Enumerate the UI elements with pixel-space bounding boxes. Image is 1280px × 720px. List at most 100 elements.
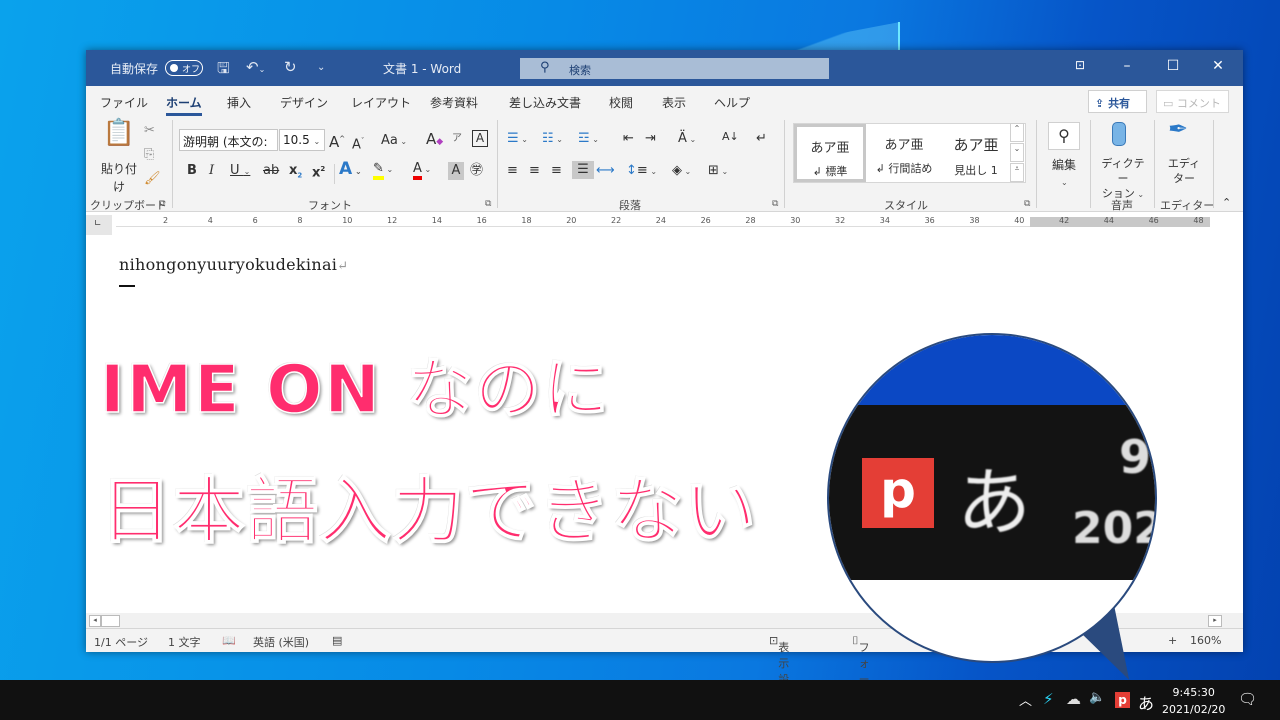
clock[interactable]: 9:45:30 2021/02/20 bbox=[1162, 684, 1225, 718]
word-count[interactable]: 1 文字 bbox=[168, 634, 201, 650]
justify-icon[interactable]: ☰ bbox=[572, 161, 594, 179]
align-left-icon[interactable]: ≡ bbox=[507, 162, 518, 180]
tab-layout[interactable]: レイアウト bbox=[351, 94, 411, 111]
multilevel-list-icon[interactable]: ☲ ⌄ bbox=[578, 130, 599, 149]
editor-button[interactable]: エディ ター bbox=[1162, 156, 1206, 186]
action-center-icon[interactable]: 🗨 bbox=[1238, 690, 1257, 708]
tab-help[interactable]: ヘルプ bbox=[714, 94, 750, 111]
phonetic-guide-icon[interactable]: ア bbox=[452, 130, 462, 148]
dictate-button[interactable]: ディクテー ション ⌄ bbox=[1098, 156, 1148, 202]
focus-button[interactable]: ⌷ フォーカス bbox=[852, 634, 870, 718]
increase-indent-icon[interactable]: ⇥ bbox=[645, 130, 656, 148]
asian-layout-icon[interactable]: Ä ⌄ bbox=[678, 130, 696, 149]
paste-icon[interactable]: 📋 bbox=[102, 120, 136, 146]
font-color-icon[interactable]: A ⌄ bbox=[413, 160, 431, 180]
paste-dropdown-icon[interactable]: ⌄ bbox=[114, 178, 121, 196]
distributed-icon[interactable]: ⟷ bbox=[596, 162, 615, 180]
power-bolt-icon[interactable]: ⚡ bbox=[1043, 690, 1054, 708]
tab-home[interactable]: ホーム bbox=[166, 94, 202, 116]
ribbon-display-icon[interactable]: ⊡ bbox=[1065, 58, 1095, 72]
grow-font-icon[interactable]: A^ bbox=[329, 130, 345, 151]
strikethrough-button[interactable]: ab bbox=[263, 162, 279, 180]
enclose-characters-icon[interactable]: ㊫ bbox=[470, 162, 483, 180]
tab-review[interactable]: 校閲 bbox=[609, 94, 633, 111]
show-hidden-icons-icon[interactable]: ︿ bbox=[1019, 690, 1032, 709]
zoom-in-button[interactable]: + bbox=[1168, 634, 1177, 647]
editing-dropdown-icon[interactable]: ⌄ bbox=[1061, 174, 1068, 192]
styles-more[interactable]: ⩡ bbox=[1010, 163, 1024, 182]
clear-formatting-icon[interactable]: A◆ bbox=[426, 130, 443, 151]
save-icon[interactable]: 🖫 bbox=[217, 58, 230, 83]
superscript-button[interactable]: x2 bbox=[312, 160, 325, 182]
maximize-button[interactable]: ☐ bbox=[1158, 58, 1188, 74]
align-right-icon[interactable]: ≡ bbox=[551, 162, 562, 180]
style-heading-1[interactable]: あア亜 見出し 1 bbox=[940, 124, 1012, 182]
tab-design[interactable]: デザイン bbox=[280, 94, 328, 111]
scroll-thumb[interactable] bbox=[101, 615, 120, 627]
minimize-button[interactable]: – bbox=[1112, 58, 1142, 74]
cut-icon[interactable]: ✂ bbox=[144, 122, 155, 140]
microphone-icon[interactable] bbox=[1112, 122, 1126, 146]
styles-scroll-up[interactable]: ⌃ bbox=[1010, 123, 1024, 142]
accessibility-icon[interactable]: ▤ bbox=[332, 634, 342, 647]
character-shading-icon[interactable]: A bbox=[448, 162, 464, 180]
highlight-icon[interactable]: ✎ ⌄ bbox=[373, 160, 393, 180]
borders-icon[interactable]: ⊞ ⌄ bbox=[708, 162, 728, 181]
app-p-icon[interactable]: p bbox=[1115, 692, 1130, 708]
paragraph-launcher-icon[interactable]: ⧉ bbox=[772, 199, 778, 209]
redo-icon[interactable]: ↻ bbox=[284, 58, 297, 76]
align-center-icon[interactable]: ≡ bbox=[529, 162, 540, 180]
italic-button[interactable]: I bbox=[209, 162, 214, 180]
format-painter-icon[interactable]: 🖌 bbox=[144, 170, 161, 188]
scroll-right-icon[interactable]: ▸ bbox=[1208, 615, 1222, 627]
character-border-icon[interactable]: A bbox=[472, 130, 488, 147]
styles-scroll-down[interactable]: ⌄ bbox=[1010, 143, 1024, 162]
subscript-button[interactable]: x2 bbox=[289, 162, 302, 185]
find-icon[interactable]: ⚲ bbox=[1048, 122, 1080, 150]
tab-references[interactable]: 参考資料 bbox=[430, 94, 478, 111]
tab-view[interactable]: 表示 bbox=[662, 94, 686, 111]
scroll-left-icon[interactable]: ◂ bbox=[89, 615, 101, 627]
tab-selector[interactable]: ∟ bbox=[86, 215, 112, 235]
shrink-font-icon[interactable]: Aˇ bbox=[352, 132, 364, 154]
styles-launcher-icon[interactable]: ⧉ bbox=[1024, 199, 1030, 209]
document-text[interactable]: nihongonyuuryokudekinai↵ bbox=[119, 255, 348, 274]
sort-icon[interactable]: A↓ bbox=[722, 128, 739, 146]
comment-button[interactable]: ▭ コメント bbox=[1156, 90, 1229, 113]
ime-indicator[interactable]: あ bbox=[1138, 690, 1154, 714]
line-spacing-icon[interactable]: ↕≡ ⌄ bbox=[626, 162, 657, 181]
autosave-toggle[interactable]: オフ bbox=[165, 60, 203, 76]
shading-icon[interactable]: ◈ ⌄ bbox=[672, 162, 691, 181]
show-marks-icon[interactable]: ↵ bbox=[756, 130, 767, 148]
customize-qat-icon[interactable]: ⌄ bbox=[317, 62, 325, 73]
page-count[interactable]: 1/1 ページ bbox=[94, 634, 148, 650]
undo-icon[interactable]: ↶⌄ bbox=[246, 58, 265, 76]
search-box[interactable]: ⚲ 検索 bbox=[520, 58, 829, 79]
language-status[interactable]: 英語 (米国) bbox=[253, 634, 309, 650]
bullets-icon[interactable]: ☰ ⌄ bbox=[507, 130, 528, 149]
volume-icon[interactable]: 🔈 bbox=[1089, 690, 1105, 705]
style-no-spacing[interactable]: あア亜 ↲ 行間詰め bbox=[868, 124, 940, 182]
decrease-indent-icon[interactable]: ⇤ bbox=[623, 130, 634, 148]
change-case-button[interactable]: Aa ⌄ bbox=[381, 132, 407, 151]
close-button[interactable]: ✕ bbox=[1203, 58, 1233, 74]
numbering-icon[interactable]: ☷ ⌄ bbox=[542, 130, 563, 149]
tab-insert[interactable]: 挿入 bbox=[227, 94, 251, 111]
bold-button[interactable]: B bbox=[187, 162, 197, 180]
editing-button[interactable]: 編集 bbox=[1046, 156, 1082, 174]
display-settings-button[interactable]: ⊡ 表示設定 bbox=[769, 634, 789, 702]
zoom-level[interactable]: 160% bbox=[1190, 634, 1221, 647]
tab-mailings[interactable]: 差し込み文書 bbox=[509, 94, 581, 111]
share-button[interactable]: ⇪ 共有 bbox=[1088, 90, 1147, 113]
underline-button[interactable]: U ⌄ bbox=[230, 162, 250, 181]
onedrive-cloud-icon[interactable]: ☁ bbox=[1066, 690, 1081, 708]
tab-file[interactable]: ファイル bbox=[100, 94, 148, 111]
copy-icon[interactable]: ⎘ bbox=[144, 146, 154, 164]
clipboard-launcher-icon[interactable]: ⧉ bbox=[159, 199, 165, 209]
font-name-select[interactable]: 游明朝 (本文の: bbox=[179, 129, 278, 151]
proofing-icon[interactable]: 📖 bbox=[222, 634, 236, 647]
style-normal[interactable]: あア亜 ↲ 標準 bbox=[794, 124, 866, 182]
editor-pen-icon[interactable]: ✒ bbox=[1168, 117, 1188, 141]
text-effects-icon[interactable]: A ⌄ bbox=[339, 160, 362, 181]
font-size-select[interactable]: 10.5 ⌄ bbox=[279, 129, 325, 151]
